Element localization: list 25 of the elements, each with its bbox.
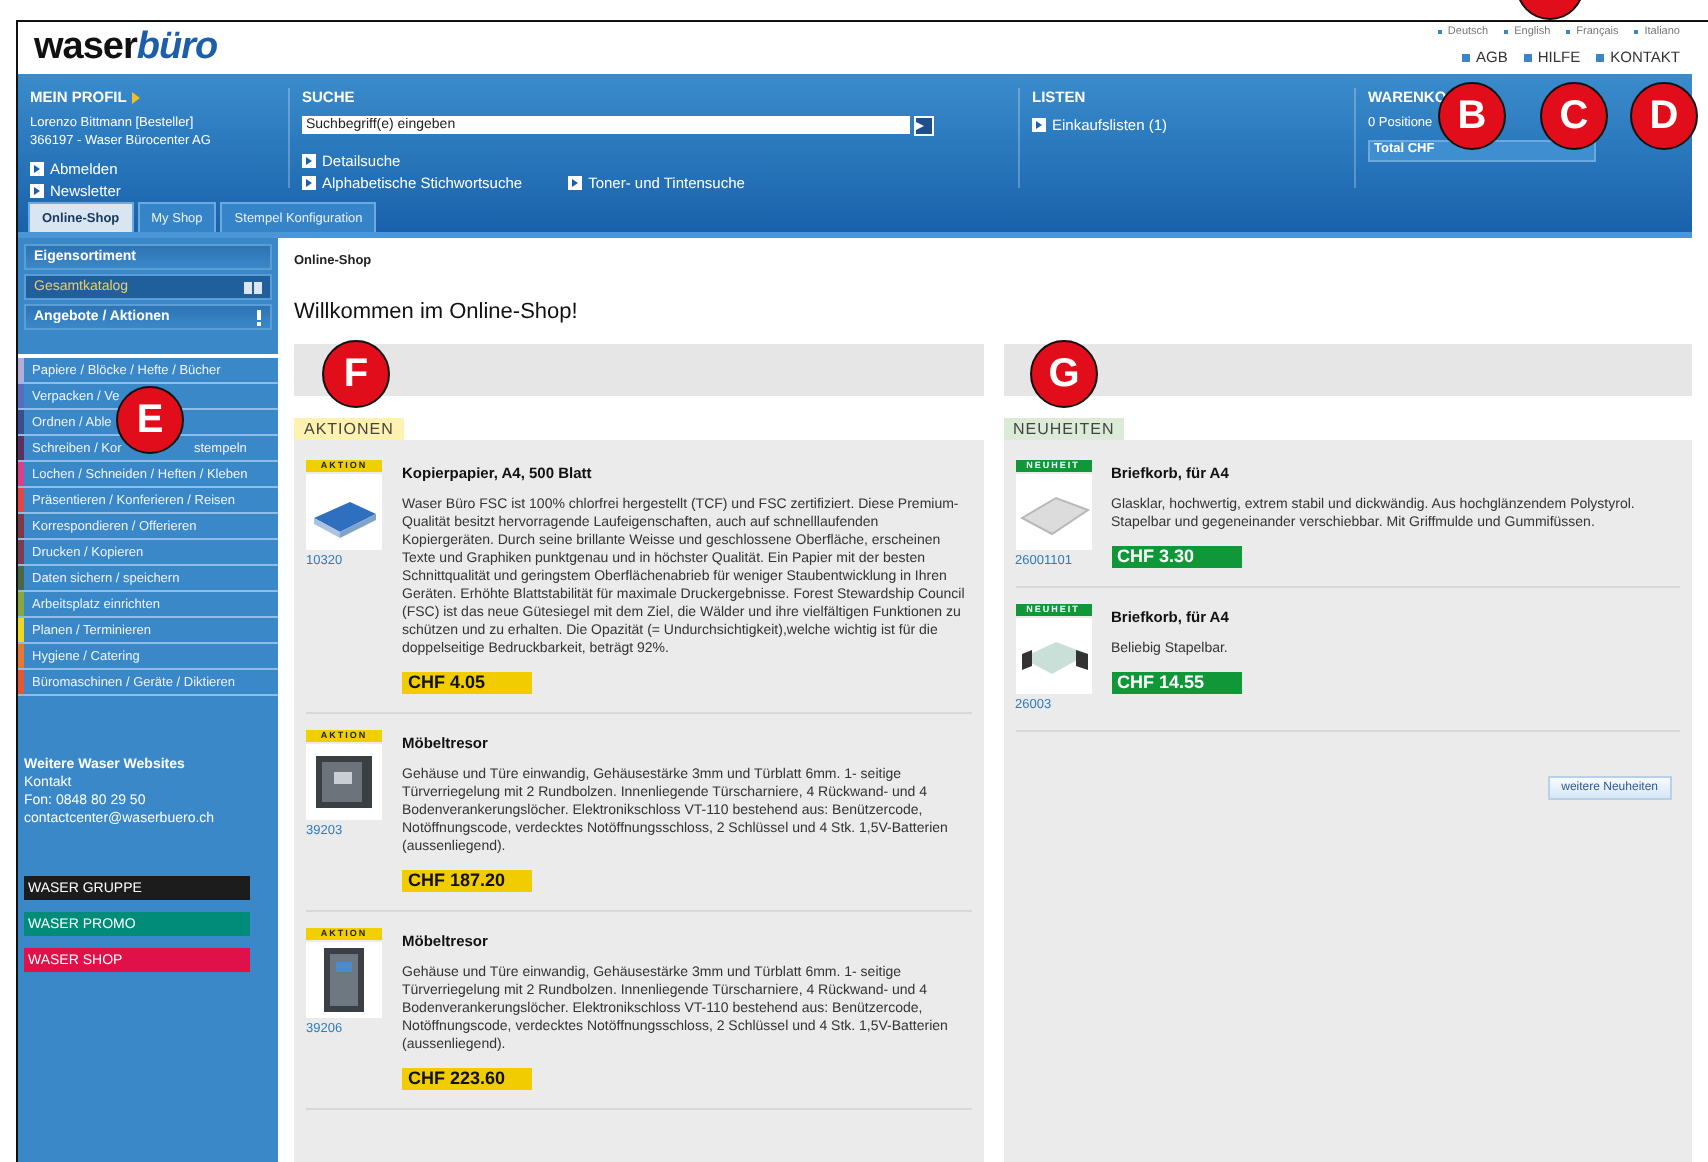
- caret-icon: [132, 91, 141, 103]
- product-picture: [1015, 474, 1091, 550]
- price-tag: CHF 223.60: [402, 1068, 532, 1090]
- arrow-bullet-icon: [302, 176, 316, 190]
- site-logo[interactable]: waserbüro: [34, 26, 218, 70]
- exclamation-icon: [256, 309, 262, 325]
- arrow-icon: [916, 122, 924, 130]
- price-tag: CHF 3.30: [1111, 546, 1241, 568]
- arrow-bullet-icon: [568, 176, 583, 190]
- arrow-bullet-icon: [30, 184, 44, 198]
- callout-marker: F: [322, 340, 390, 408]
- product-picture: [1015, 618, 1091, 694]
- page-heading: Willkommen im Online-Shop!: [294, 300, 580, 324]
- search-button[interactable]: [914, 116, 934, 136]
- arrow-bullet-icon: [302, 154, 316, 168]
- price-tag: CHF 14.55: [1111, 672, 1241, 694]
- price-tag: CHF 187.20: [402, 870, 532, 892]
- book-icon: [244, 281, 262, 293]
- callout-marker: G: [1030, 340, 1098, 408]
- arrow-bullet-icon: [30, 162, 44, 176]
- product-picture: [306, 474, 382, 550]
- arrow-bullet-icon: [1032, 118, 1046, 132]
- product-picture: [306, 942, 382, 1018]
- price-tag: CHF 4.05: [402, 672, 532, 694]
- product-picture: [306, 744, 382, 820]
